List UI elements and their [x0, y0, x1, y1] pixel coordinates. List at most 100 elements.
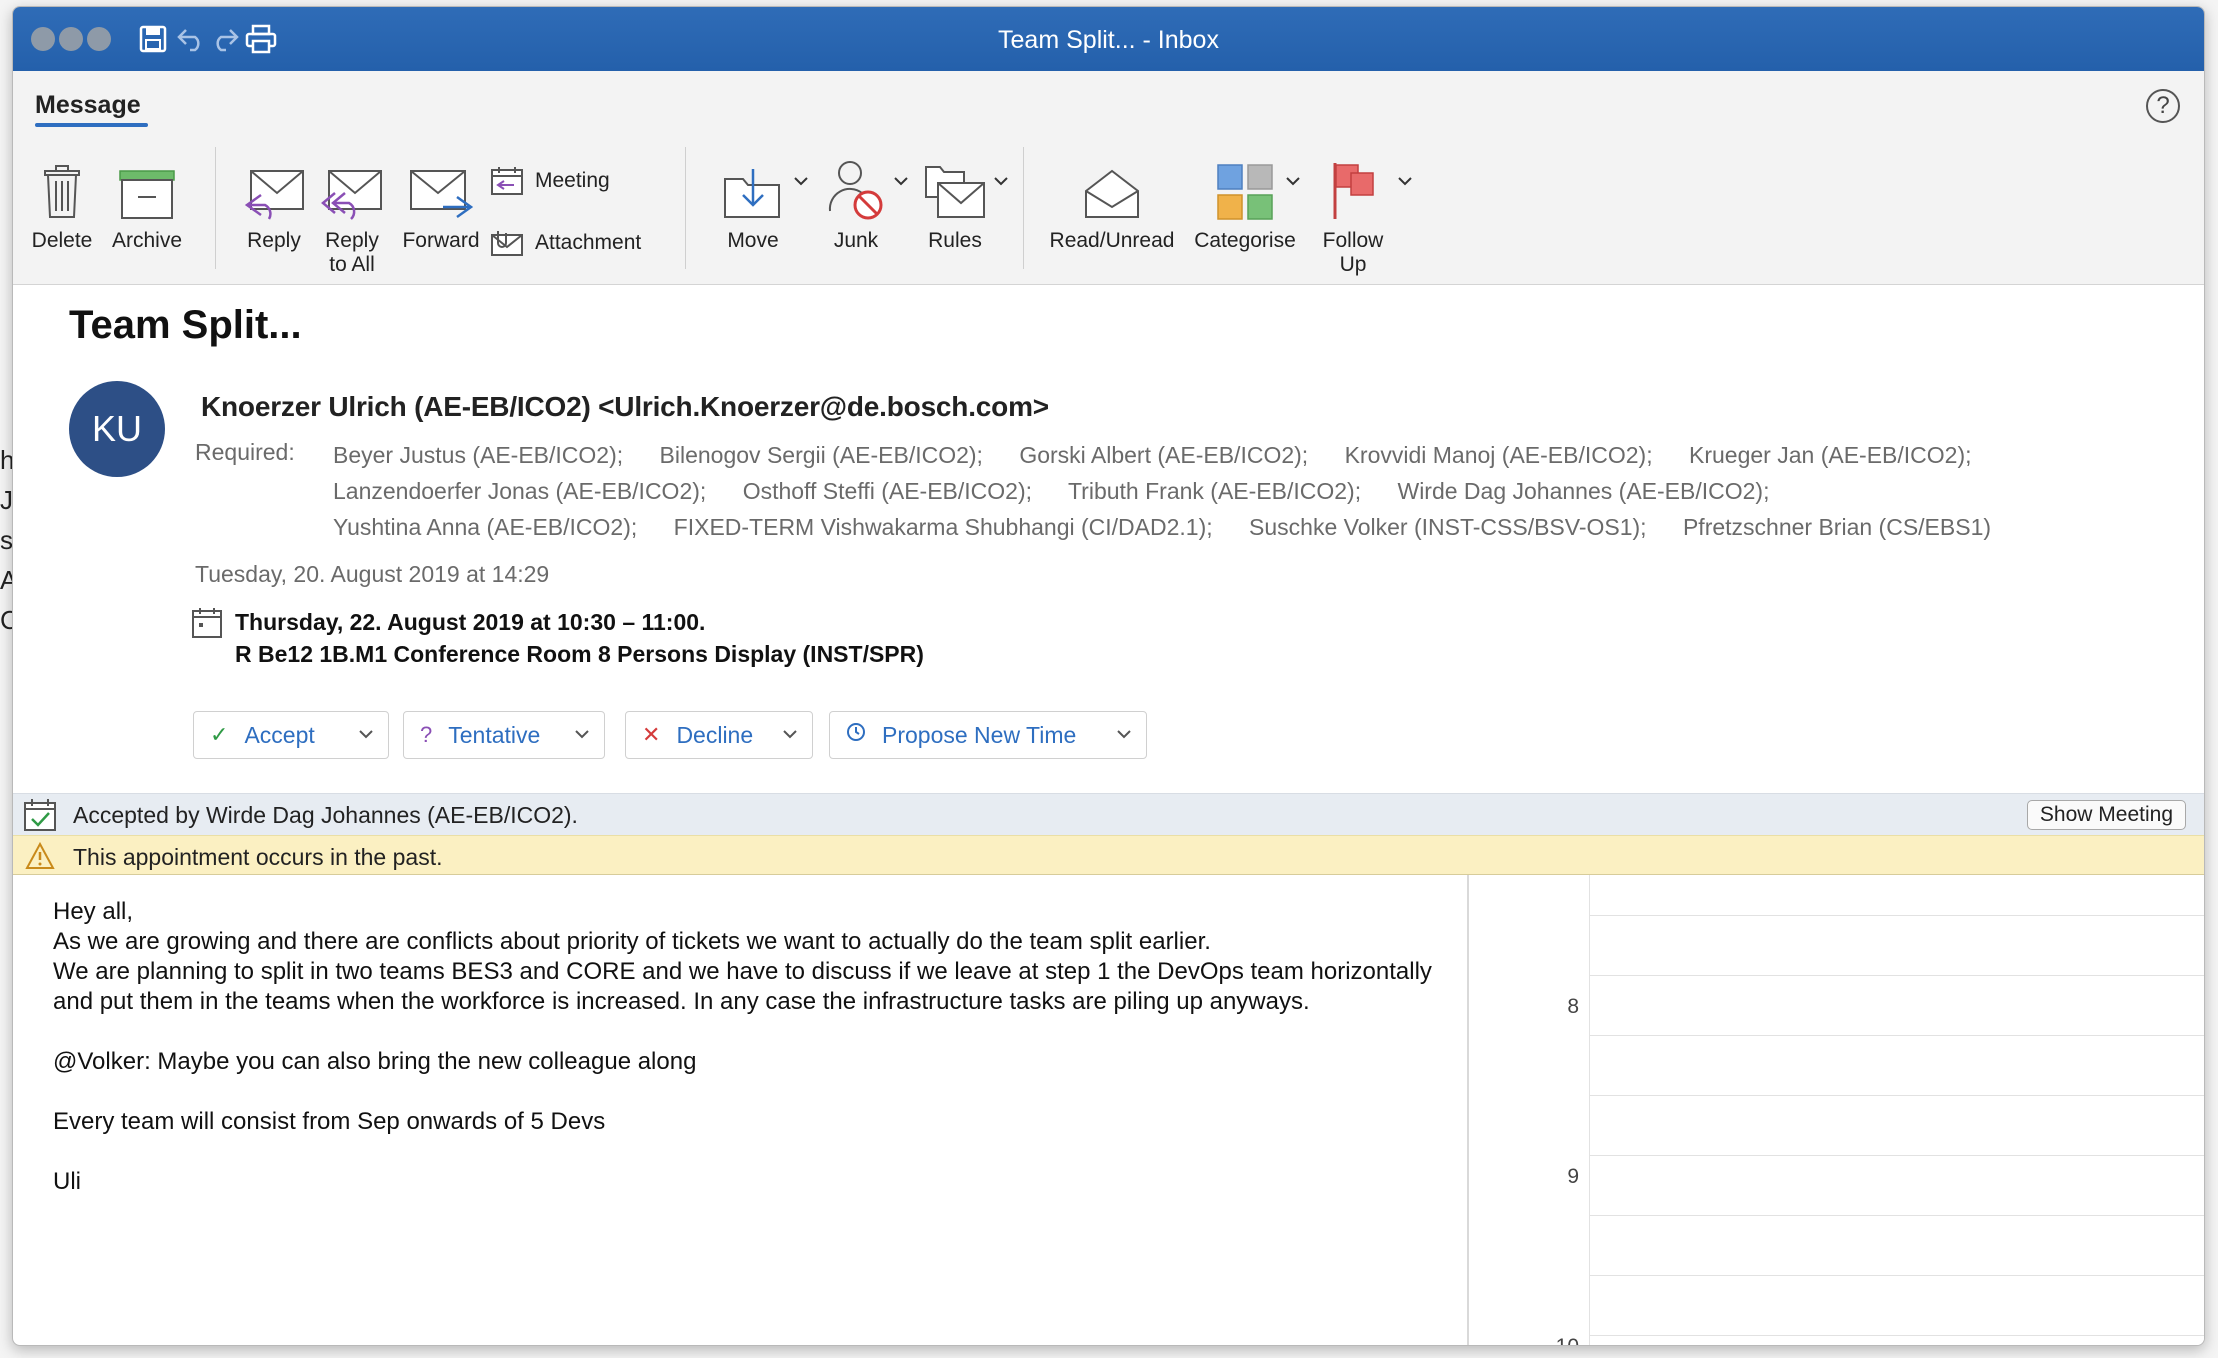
categorise-dropdown-chevron-icon[interactable]	[1285, 173, 1301, 191]
forward-button[interactable]: Forward	[397, 151, 485, 253]
tab-active-indicator	[35, 123, 148, 127]
archive-button[interactable]: Archive	[109, 151, 185, 253]
rules-icon	[924, 151, 986, 221]
help-button[interactable]: ?	[2146, 89, 2180, 123]
question-mark-icon: ?	[420, 722, 433, 747]
junk-button[interactable]: Junk	[819, 151, 893, 253]
body-greeting: Hey all,	[53, 898, 134, 925]
message-subject: Team Split...	[69, 303, 302, 347]
ribbon-separator	[685, 147, 686, 269]
move-label: Move	[727, 229, 779, 252]
junk-dropdown-chevron-icon[interactable]	[893, 173, 909, 191]
chevron-down-icon	[574, 726, 590, 744]
archive-box-icon	[118, 151, 176, 221]
tab-message[interactable]: Message	[35, 91, 141, 120]
delete-button[interactable]: Delete	[31, 151, 93, 253]
calendar-preview-pane[interactable]: 8 9 10	[1469, 875, 2204, 1345]
red-flag-icon	[1331, 151, 1375, 221]
read-unread-label: Read/Unread	[1049, 229, 1175, 252]
calendar-check-icon	[23, 798, 57, 832]
attendee[interactable]: Gorski Albert (AE-EB/ICO2);	[1019, 442, 1308, 468]
follow-up-dropdown-chevron-icon[interactable]	[1397, 173, 1413, 191]
past-appointment-infobar: This appointment occurs in the past.	[13, 835, 2204, 875]
reply-icon	[243, 151, 305, 221]
accept-label: Accept	[244, 721, 315, 748]
body-paragraph: We are planning to split in two teams BE…	[53, 958, 1432, 1015]
rules-dropdown-chevron-icon[interactable]	[993, 173, 1009, 191]
attendee[interactable]: Yushtina Anna (AE-EB/ICO2);	[333, 514, 637, 540]
attendee[interactable]: Osthoff Steffi (AE-EB/ICO2);	[743, 478, 1032, 504]
reply-all-button[interactable]: Reply to All	[317, 151, 387, 277]
attendee[interactable]: Suschke Volker (INST-CSS/BSV-OS1);	[1249, 514, 1647, 540]
meeting-label: Meeting	[535, 169, 610, 192]
meeting-button[interactable]: Meeting	[489, 165, 610, 197]
accept-button[interactable]: ✓ Accept	[193, 711, 389, 759]
meeting-time: Thursday, 22. August 2019 at 10:30 – 11:…	[235, 609, 706, 635]
attendee[interactable]: Pfretzschner Brian (CS/EBS1)	[1683, 514, 1991, 540]
chevron-down-icon	[1116, 726, 1132, 744]
body-paragraph: As we are growing and there are conflict…	[53, 928, 1211, 955]
categorise-icon	[1216, 151, 1274, 221]
rules-label: Rules	[928, 229, 982, 252]
ribbon-separator	[1023, 147, 1024, 269]
chevron-down-icon	[782, 726, 798, 744]
junk-label: Junk	[833, 229, 879, 252]
decline-button[interactable]: ✕ Decline	[625, 711, 813, 759]
attendee[interactable]: FIXED-TERM Vishwakarma Shubhangi (CI/DAD…	[674, 514, 1213, 540]
avatar: KU	[69, 381, 165, 477]
reply-button[interactable]: Reply	[241, 151, 307, 253]
tentative-label: Tentative	[448, 721, 541, 748]
required-attendees: Beyer Justus (AE-EB/ICO2); Bilenogov Ser…	[333, 437, 2133, 545]
categorise-button[interactable]: Categorise	[1189, 151, 1301, 253]
sent-date: Tuesday, 20. August 2019 at 14:29	[195, 561, 550, 587]
propose-new-time-button[interactable]: Propose New Time	[829, 711, 1147, 759]
attendee[interactable]: Krueger Jan (AE-EB/ICO2);	[1689, 442, 1972, 468]
move-dropdown-chevron-icon[interactable]	[793, 173, 809, 191]
reply-label: Reply	[247, 229, 301, 252]
move-button[interactable]: Move	[715, 151, 791, 253]
attendee[interactable]: Krovvidi Manoj (AE-EB/ICO2);	[1345, 442, 1653, 468]
forward-label: Forward	[402, 229, 480, 252]
checkmark-icon: ✓	[210, 722, 229, 747]
calendar-hour-label: 9	[1567, 1165, 1579, 1188]
follow-up-label-2: Up	[1339, 253, 1367, 276]
ribbon-separator	[215, 147, 216, 269]
attendee[interactable]: Beyer Justus (AE-EB/ICO2);	[333, 442, 623, 468]
reply-all-icon	[321, 151, 383, 221]
reply-with-meeting-icon	[489, 165, 525, 197]
required-label: Required:	[195, 439, 295, 465]
sender[interactable]: Knoerzer Ulrich (AE-EB/ICO2) <Ulrich.Kno…	[201, 391, 1049, 423]
decline-label: Decline	[676, 721, 754, 748]
calendar-hour-label: 8	[1567, 995, 1579, 1018]
rules-button[interactable]: Rules	[917, 151, 993, 253]
ribbon: Message ? Delete Archive Reply Reply to …	[13, 71, 2204, 285]
warning-icon	[25, 841, 55, 870]
attendee[interactable]: Bilenogov Sergii (AE-EB/ICO2);	[660, 442, 983, 468]
attachment-label: Attachment	[535, 231, 642, 254]
x-mark-icon: ✕	[642, 722, 661, 747]
follow-up-button[interactable]: Follow Up	[1319, 151, 1387, 277]
follow-up-label-1: Follow	[1322, 229, 1384, 252]
tentative-button[interactable]: ? Tentative	[403, 711, 605, 759]
accepted-text: Accepted by Wirde Dag Johannes (AE-EB/IC…	[73, 802, 578, 828]
title-bar: Team Split... - Inbox	[13, 7, 2204, 71]
move-folder-icon	[723, 151, 783, 221]
message-body: Hey all, As we are growing and there are…	[53, 897, 1473, 1197]
attendee[interactable]: Tributh Frank (AE-EB/ICO2);	[1068, 478, 1361, 504]
window-title: Team Split... - Inbox	[998, 26, 1219, 54]
meeting-location: R Be12 1B.M1 Conference Room 8 Persons D…	[235, 641, 924, 667]
read-unread-button[interactable]: Read/Unread	[1047, 151, 1177, 253]
forward-icon	[409, 151, 473, 221]
show-meeting-button[interactable]: Show Meeting	[2026, 800, 2186, 830]
body-paragraph: Every team will consist from Sep onwards…	[53, 1108, 606, 1135]
body-signature: Uli	[53, 1168, 81, 1195]
attendee[interactable]: Lanzendoerfer Jonas (AE-EB/ICO2);	[333, 478, 706, 504]
attachment-button[interactable]: Attachment	[489, 227, 641, 259]
attachment-icon	[489, 227, 525, 259]
past-appointment-text: This appointment occurs in the past.	[73, 844, 443, 870]
chevron-down-icon	[358, 726, 374, 744]
message-window: Team Split... - Inbox Message ? Delete A…	[12, 6, 2205, 1346]
attendee[interactable]: Wirde Dag Johannes (AE-EB/ICO2);	[1397, 478, 1769, 504]
reply-all-label-1: Reply	[325, 229, 379, 252]
delete-label: Delete	[31, 229, 93, 252]
